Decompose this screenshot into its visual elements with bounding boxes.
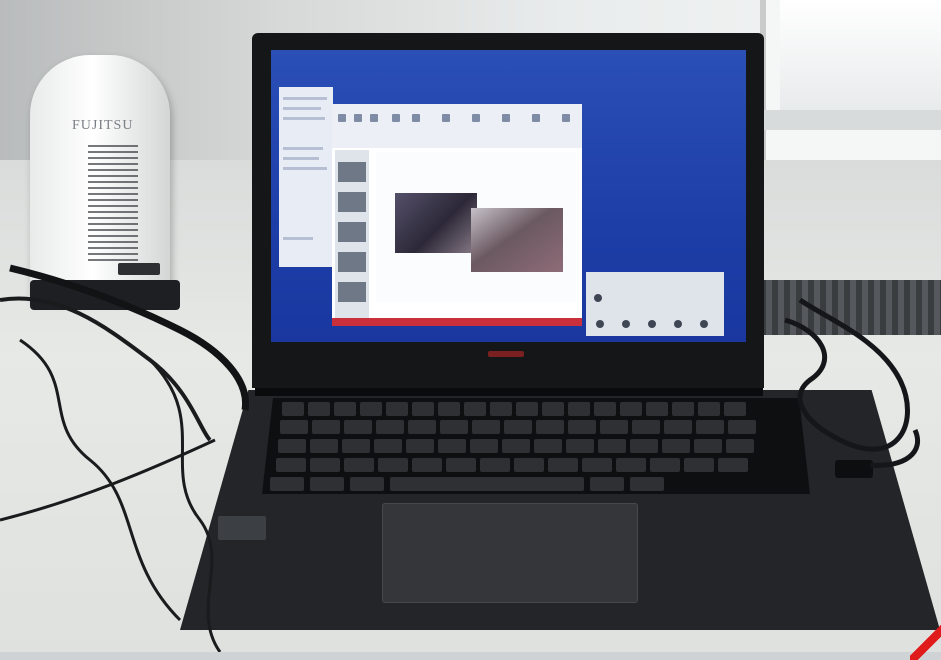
- cable-icon: [148, 358, 222, 652]
- cables: [0, 264, 921, 652]
- cable-icon: [0, 296, 212, 442]
- cable-icon: [9, 264, 250, 411]
- cable-icon: [784, 297, 910, 452]
- cable-icon: [19, 338, 182, 622]
- red-corner-mark: [910, 620, 941, 660]
